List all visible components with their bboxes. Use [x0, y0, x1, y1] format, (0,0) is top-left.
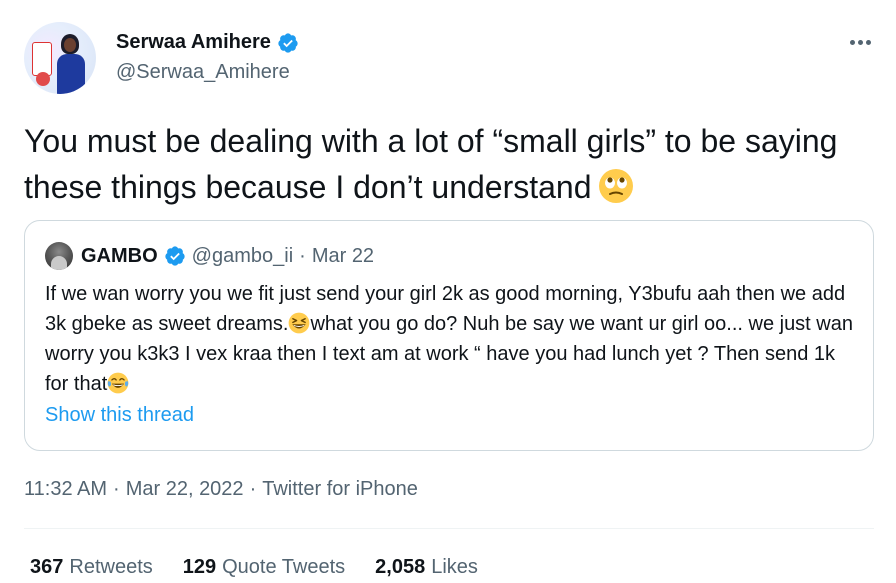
tweet-timestamp: 11:32 AM · Mar 22, 2022 · Twitter for iP… — [24, 478, 418, 501]
author-avatar[interactable] — [24, 22, 96, 94]
quoted-author-handle: @gambo_ii — [191, 244, 294, 267]
likes-stat[interactable]: 2,058 Likes — [375, 556, 478, 579]
quoted-tweet-card[interactable]: GAMBO @gambo_ii · Mar 22 If we wan worry… — [24, 220, 874, 451]
tweet-source[interactable]: Twitter for iPhone — [262, 478, 418, 501]
quote-tweets-count: 129 — [182, 556, 217, 578]
more-dot — [857, 39, 863, 45]
avatar-badge-graphic — [36, 72, 50, 86]
tweet-text: You must be dealing with a lot of “small… — [24, 118, 864, 210]
show-thread-link[interactable]: Show this thread — [45, 404, 194, 427]
divider — [24, 528, 874, 529]
quoted-tweet-date: Mar 22 — [311, 244, 375, 267]
more-dot — [865, 39, 871, 45]
tweet-date[interactable]: Mar 22, 2022 — [126, 478, 244, 501]
likes-label: Likes — [431, 556, 478, 578]
author-display-name[interactable]: Serwaa Amihere — [116, 31, 271, 54]
more-dot — [849, 39, 855, 45]
quoted-author-name: GAMBO — [81, 244, 158, 267]
quoted-tweet-text: If we wan worry you we fit just send you… — [45, 279, 855, 399]
author-name-row[interactable]: Serwaa Amihere — [116, 31, 299, 54]
quote-tweets-label: Quote Tweets — [222, 556, 346, 578]
tweet-time[interactable]: 11:32 AM — [24, 478, 107, 501]
separator-dot: · — [113, 478, 120, 500]
retweets-stat[interactable]: 367 Retweets — [30, 556, 153, 579]
quoted-tweet-header: GAMBO @gambo_ii · Mar 22 — [45, 242, 374, 270]
grinning-squinting-face-icon — [289, 312, 310, 334]
face-with-rolling-eyes-icon — [598, 169, 633, 203]
avatar-figure-face — [64, 38, 76, 52]
quote-tweets-stat[interactable]: 129 Quote Tweets — [183, 556, 345, 579]
separator-dot: · — [299, 244, 306, 267]
author-handle[interactable]: @Serwaa_Amihere — [116, 61, 290, 84]
more-options-icon[interactable] — [846, 34, 874, 50]
verified-badge-icon — [278, 32, 298, 53]
avatar-figure-body — [57, 54, 85, 94]
tweet-stats: 367 Retweets 129 Quote Tweets 2,058 Like… — [30, 556, 478, 579]
quoted-author-avatar — [45, 242, 73, 270]
likes-count: 2,058 — [375, 556, 426, 578]
verified-badge-icon — [165, 246, 185, 266]
avatar-sign-graphic — [32, 42, 52, 76]
face-with-tears-of-joy-icon — [107, 372, 129, 394]
retweets-label: Retweets — [69, 556, 153, 578]
tweet-text-content: You must be dealing with a lot of “small… — [24, 123, 838, 205]
retweets-count: 367 — [30, 556, 64, 578]
separator-dot: · — [249, 478, 257, 500]
